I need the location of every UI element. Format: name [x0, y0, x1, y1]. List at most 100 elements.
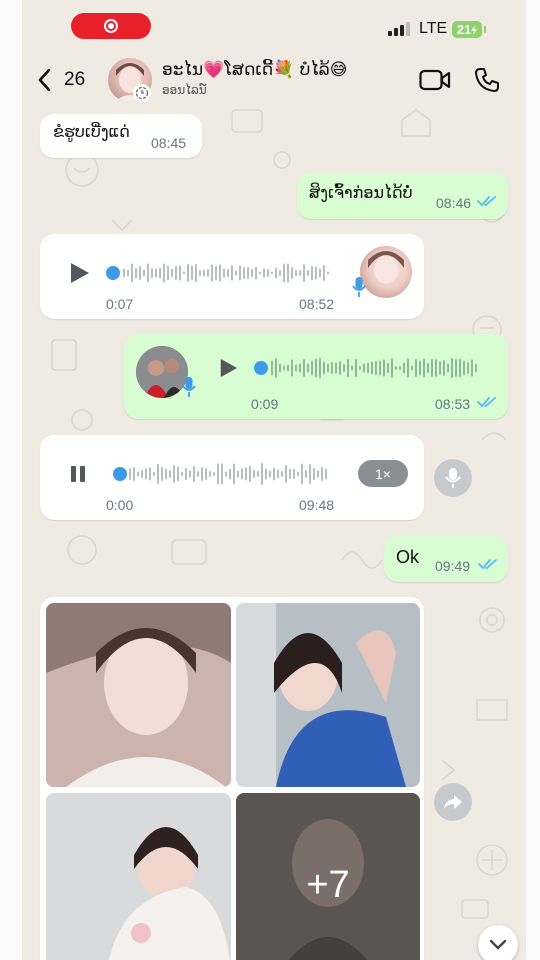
- waveform-bar: [303, 359, 305, 377]
- waveform-bar: [183, 271, 185, 275]
- playback-speed-button[interactable]: 1×: [358, 460, 408, 487]
- play-icon[interactable]: [218, 358, 238, 378]
- battery-level: 21: [456, 22, 472, 37]
- waveform-bar: [299, 270, 301, 276]
- waveform-bar: [285, 465, 287, 483]
- message-time: 09:48: [299, 497, 335, 513]
- waveform-bar: [315, 358, 317, 378]
- waveform-bar: [303, 264, 305, 282]
- waveform-bar: [403, 362, 405, 374]
- waveform-bar: [279, 270, 281, 276]
- voice-waveform[interactable]: [110, 462, 336, 486]
- waveform-bar: [291, 267, 293, 279]
- message-text: Ok: [396, 547, 420, 567]
- waveform-bar: [155, 268, 157, 278]
- message-time: 09:49: [435, 558, 471, 574]
- transcribe-button[interactable]: [434, 459, 472, 497]
- waveform-bar: [173, 465, 175, 483]
- waveform-bar: [355, 359, 357, 377]
- play-icon[interactable]: [68, 262, 90, 284]
- waveform-bar: [335, 362, 337, 374]
- album-photo[interactable]: [46, 603, 231, 787]
- waveform-bar: [263, 268, 265, 278]
- message-incoming-voice[interactable]: 0:07 08:52: [40, 234, 424, 319]
- more-photos-count: +7: [306, 863, 350, 906]
- waveform-bar: [387, 363, 389, 373]
- waveform-bar: [247, 267, 249, 279]
- message-outgoing-text[interactable]: Ok 09:49: [384, 536, 508, 582]
- waveform-bar: [313, 468, 315, 480]
- waveform-bar: [223, 268, 225, 278]
- microphone-icon: [445, 468, 461, 488]
- album-photo[interactable]: [46, 793, 231, 960]
- waveform-bar: [139, 266, 141, 280]
- waveform-bar: [171, 268, 173, 278]
- voice-waveform[interactable]: [106, 262, 338, 284]
- voice-waveform[interactable]: [254, 356, 488, 380]
- waveform-bar: [189, 470, 191, 478]
- waveform-bar: [273, 467, 275, 481]
- message-outgoing-text[interactable]: ສິງເຈົ້າກ່ອນໄດ້ບໍ່ 08:46: [297, 173, 508, 219]
- album-photo[interactable]: [236, 603, 420, 787]
- waveform-bar: [459, 358, 461, 378]
- message-incoming-album[interactable]: +7: [40, 597, 424, 960]
- waveform-bar: [363, 363, 365, 373]
- waveform-bar: [283, 263, 285, 283]
- waveform-bar: [297, 471, 299, 477]
- waveform-bar: [195, 264, 197, 282]
- waveform-bar: [301, 463, 303, 485]
- waveform-bar: [131, 263, 133, 283]
- waveform-bar: [203, 269, 205, 277]
- waveform-bar: [205, 468, 207, 480]
- waveform-bar: [267, 269, 269, 277]
- message-incoming-voice[interactable]: 0:00 09:48 1×: [40, 435, 424, 520]
- waveform-bar: [229, 468, 231, 480]
- waveform-bar: [447, 363, 449, 373]
- waveform-bar: [237, 470, 239, 478]
- waveform-bar: [265, 468, 267, 480]
- waveform-bar: [325, 468, 327, 480]
- waveform-bar: [231, 265, 233, 281]
- waveform-bar: [295, 270, 297, 276]
- video-call-icon[interactable]: [419, 69, 451, 91]
- contact-online-status: ອອນໄລນ໌: [162, 83, 207, 97]
- contact-name[interactable]: ອະໄນ💗ໂສດເດີ້💐 ບໍໄລ້😅: [162, 60, 347, 80]
- waveform-bar: [143, 269, 145, 277]
- waveform-bar: [367, 362, 369, 374]
- waveform-bar: [245, 467, 247, 481]
- waveform-bar: [199, 270, 201, 276]
- waveform-bar: [435, 359, 437, 377]
- message-incoming-text[interactable]: ຂໍຮູບເບີ່ງແດ່ 08:45: [40, 114, 202, 158]
- waveform-bar: [319, 357, 321, 379]
- waveform-bar: [359, 366, 361, 370]
- waveform-bar: [351, 365, 353, 371]
- waveform-bar: [391, 358, 393, 378]
- waveform-bar: [249, 466, 251, 482]
- waveform-bar: [287, 364, 289, 372]
- waveform-bar: [135, 268, 137, 278]
- forward-button[interactable]: [434, 783, 472, 821]
- waveform-bar: [169, 470, 171, 478]
- message-time: 08:45: [151, 135, 187, 151]
- waveform-bar: [197, 471, 199, 477]
- charging-bolt-icon: [471, 24, 478, 35]
- waveform-bar: [281, 471, 283, 477]
- chevron-left-icon[interactable]: [36, 68, 54, 92]
- waveform-bar: [161, 467, 163, 481]
- waveform-bar: [129, 468, 131, 480]
- waveform-bar: [347, 359, 349, 377]
- phone-icon[interactable]: [474, 67, 500, 93]
- waveform-bar: [289, 469, 291, 479]
- album-photo-more[interactable]: +7: [236, 793, 420, 960]
- screen-recording-indicator[interactable]: [71, 13, 151, 39]
- waveform-bar: [311, 360, 313, 376]
- disappearing-timer-icon: [133, 84, 151, 102]
- unread-chats-count[interactable]: 26: [64, 69, 85, 91]
- message-outgoing-voice[interactable]: 0:09 08:53: [124, 334, 508, 419]
- scroll-to-bottom-button[interactable]: [478, 925, 518, 960]
- message-text: ຂໍຮູບເບີ່ງແດ່: [53, 122, 130, 141]
- waveform-bar: [327, 363, 329, 373]
- message-text: ສິງເຈົ້າກ່ອນໄດ້ບໍ່: [309, 183, 413, 202]
- pause-icon[interactable]: [68, 464, 88, 484]
- waveform-bar: [339, 361, 341, 375]
